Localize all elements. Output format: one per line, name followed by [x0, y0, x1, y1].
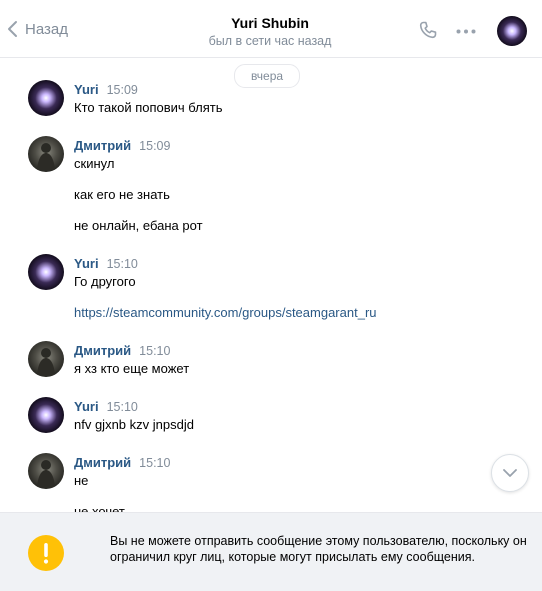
scroll-to-bottom-button[interactable]: [491, 454, 529, 492]
cut-off-previous-message: .: [74, 58, 78, 61]
more-options-icon[interactable]: [456, 29, 476, 34]
notice-text: Вы не можете отправить сообщение этому п…: [110, 534, 527, 564]
message-author[interactable]: Дмитрий 15:10: [74, 343, 170, 358]
message-text: не онлайн, ебана рот: [74, 218, 203, 233]
message-text: скинул: [74, 156, 115, 171]
chat-title: Yuri Shubin: [231, 15, 309, 31]
chevron-left-icon: [8, 21, 17, 37]
message-time: 15:09: [106, 83, 138, 97]
last-seen-status: был в сети час назад: [208, 34, 332, 48]
avatar[interactable]: [28, 453, 64, 489]
back-button[interactable]: Назад: [6, 14, 68, 44]
message-author[interactable]: Дмитрий 15:10: [74, 455, 170, 470]
date-separator: вчера: [234, 64, 300, 88]
avatar[interactable]: [28, 136, 64, 172]
avatar[interactable]: [28, 341, 64, 377]
chevron-down-icon: [503, 469, 517, 477]
phone-icon[interactable]: [418, 20, 438, 40]
message-text: Кто такой попович блять: [74, 100, 223, 115]
write-restriction-notice: Вы не можете отправить сообщение этому п…: [0, 512, 542, 591]
message-text: не хочет: [74, 504, 125, 512]
message-author[interactable]: Yuri 15:09: [74, 82, 138, 97]
message-author[interactable]: Дмитрий 15:09: [74, 138, 170, 153]
back-label: Назад: [25, 20, 68, 38]
avatar[interactable]: [28, 397, 64, 433]
message-history[interactable]: . вчера Yuri15:09 Кто такой попович блят…: [0, 58, 542, 512]
message-time: 15:10: [139, 456, 171, 470]
message-text: не: [74, 473, 89, 488]
message-text: я хз кто еще может: [74, 361, 190, 376]
avatar[interactable]: [28, 80, 64, 116]
chat-title-block[interactable]: Yuri Shubin был в сети час назад: [170, 15, 370, 49]
chat-header: Назад Yuri Shubin был в сети час назад: [0, 0, 542, 58]
message-text: как его не знать: [74, 187, 170, 202]
contact-avatar[interactable]: [497, 16, 527, 46]
message-link[interactable]: https://steamcommunity.com/groups/steamg…: [74, 305, 377, 321]
message-author[interactable]: Yuri 15:10: [74, 256, 138, 271]
exclamation-icon: [28, 535, 64, 571]
message-time: 15:09: [139, 139, 171, 153]
message-time: 15:10: [106, 257, 138, 271]
message-time: 15:10: [106, 400, 138, 414]
avatar[interactable]: [28, 254, 64, 290]
message-text: nfv gjxnb kzv jnpsdjd: [74, 417, 194, 432]
message-author[interactable]: Yuri 15:10: [74, 399, 138, 414]
message-time: 15:10: [139, 344, 171, 358]
message-text: Го другого: [74, 274, 136, 289]
